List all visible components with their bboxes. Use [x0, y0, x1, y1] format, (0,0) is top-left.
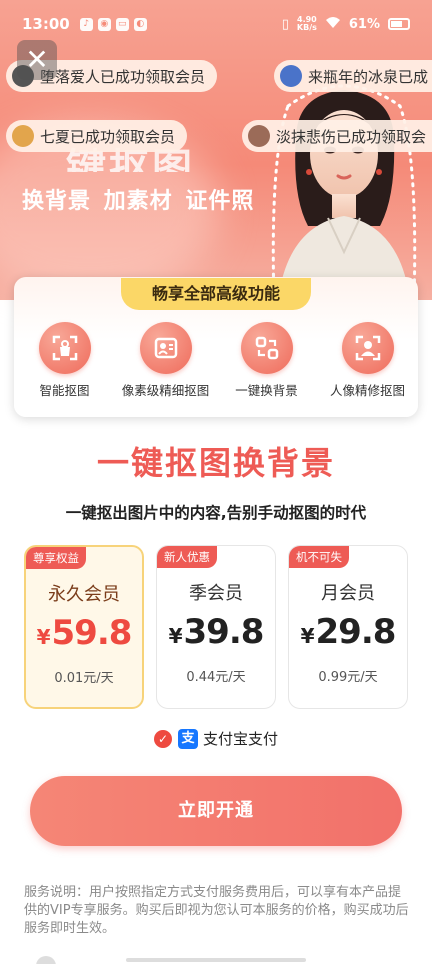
network-speed: 4.90 KB/s — [296, 15, 317, 32]
model-portrait-image — [271, 84, 417, 300]
subscribe-button[interactable]: 立即开通 — [30, 776, 402, 846]
status-time: 13:00 — [22, 15, 70, 33]
plan-name: 季会员 — [189, 583, 243, 604]
plan-price: ¥39.8 — [157, 612, 275, 652]
plan-price: ¥59.8 — [26, 613, 142, 653]
feature-label: 像素级精细抠图 — [121, 383, 210, 398]
hero-banner: 13:00 ♪ ◉ ▭ ◐ ▯ 4.90 KB/s 61% 键抠图 换背景 加素… — [0, 0, 432, 300]
plan-name: 月会员 — [321, 583, 375, 604]
close-icon: ✕ — [25, 43, 49, 76]
feature-item: 智能抠图 — [14, 322, 115, 399]
app-notification-icon: ◉ — [97, 17, 111, 31]
battery-icon — [388, 18, 410, 30]
page-subtitle: 一键抠出图片中的内容,告别手动抠图的时代 — [65, 504, 367, 522]
avatar — [12, 125, 34, 147]
avatar — [280, 65, 302, 87]
plan-per-day: 0.99元/天 — [318, 670, 378, 685]
smart-cutout-icon — [38, 322, 91, 374]
plan-card-quarterly[interactable]: 新人优惠 季会员 ¥39.8 0.44元/天 — [156, 545, 276, 709]
plan-price: ¥29.8 — [289, 612, 407, 652]
home-indicator[interactable] — [126, 958, 306, 962]
feature-item: 一键换背景 — [216, 322, 317, 399]
payment-method[interactable]: ✓ 支 支付宝支付 — [0, 728, 432, 749]
status-bar: 13:00 ♪ ◉ ▭ ◐ ▯ 4.90 KB/s 61% — [0, 0, 432, 48]
danmu-message: 淡抹悲伤已成功领取会 — [242, 120, 432, 152]
wifi-icon — [325, 16, 341, 33]
vip-purchase-page: 13:00 ♪ ◉ ▭ ◐ ▯ 4.90 KB/s 61% 键抠图 换背景 加素… — [0, 0, 432, 964]
price-value: 39.8 — [183, 612, 265, 652]
plan-per-day: 0.01元/天 — [54, 671, 114, 686]
plan-card-monthly[interactable]: 机不可失 月会员 ¥29.8 0.99元/天 — [288, 545, 408, 709]
pixel-cutout-icon — [139, 322, 192, 374]
hero-subtitle: 换背景 加素材 证件照 — [22, 189, 255, 214]
plan-name: 永久会员 — [48, 584, 120, 605]
app-notification-icon-3: ◐ — [133, 17, 147, 31]
tiktok-notification-icon: ♪ — [79, 17, 93, 31]
battery-percent: 61% — [348, 16, 380, 32]
plan-per-day: 0.44元/天 — [186, 670, 246, 685]
check-icon[interactable]: ✓ — [153, 729, 172, 748]
feature-label: 人像精修抠图 — [329, 383, 405, 398]
plan-badge: 尊享权益 — [26, 547, 86, 569]
currency-symbol: ¥ — [168, 624, 183, 648]
swap-background-icon — [240, 322, 293, 374]
feature-label: 智能抠图 — [39, 383, 90, 398]
portrait-retouch-icon — [341, 322, 394, 374]
alipay-icon: 支 — [177, 728, 198, 749]
danmu-message: 七夏已成功领取会员 — [6, 120, 188, 152]
plan-badge: 新人优惠 — [157, 546, 217, 568]
currency-symbol: ¥ — [300, 624, 315, 648]
feature-label: 一键换背景 — [235, 383, 298, 398]
feature-list: 智能抠图 像素级精细抠图 一键换背景 人像精修抠图 — [14, 322, 418, 399]
price-value: 59.8 — [51, 613, 133, 653]
price-value: 29.8 — [315, 612, 397, 652]
payment-method-label: 支付宝支付 — [202, 730, 278, 748]
service-notice: 服务说明：用户按照指定方式支付服务费用后，可以享有本产品提供的VIP专享服务。购… — [24, 885, 409, 936]
vibrate-icon: ▯ — [281, 16, 289, 32]
plan-list: 尊享权益 永久会员 ¥59.8 0.01元/天 新人优惠 季会员 ¥39.8 0… — [24, 545, 408, 709]
avatar — [248, 125, 270, 147]
plan-badge: 机不可失 — [289, 546, 349, 568]
status-right: ▯ 4.90 KB/s 61% — [282, 16, 410, 33]
danmu-message: 来瓶年的冰泉已成 — [274, 60, 432, 92]
plan-card-lifetime[interactable]: 尊享权益 永久会员 ¥59.8 0.01元/天 — [24, 545, 144, 709]
currency-symbol: ¥ — [36, 625, 51, 649]
feature-tag: 畅享全部高级功能 — [121, 278, 311, 310]
app-notification-icon-2: ▭ — [115, 17, 129, 31]
floating-ball[interactable] — [36, 956, 56, 964]
feature-item: 人像精修抠图 — [317, 322, 418, 399]
close-button[interactable]: ✕ — [17, 40, 57, 80]
feature-item: 像素级精细抠图 — [115, 322, 216, 399]
page-title: 一键抠图换背景 — [96, 444, 335, 482]
